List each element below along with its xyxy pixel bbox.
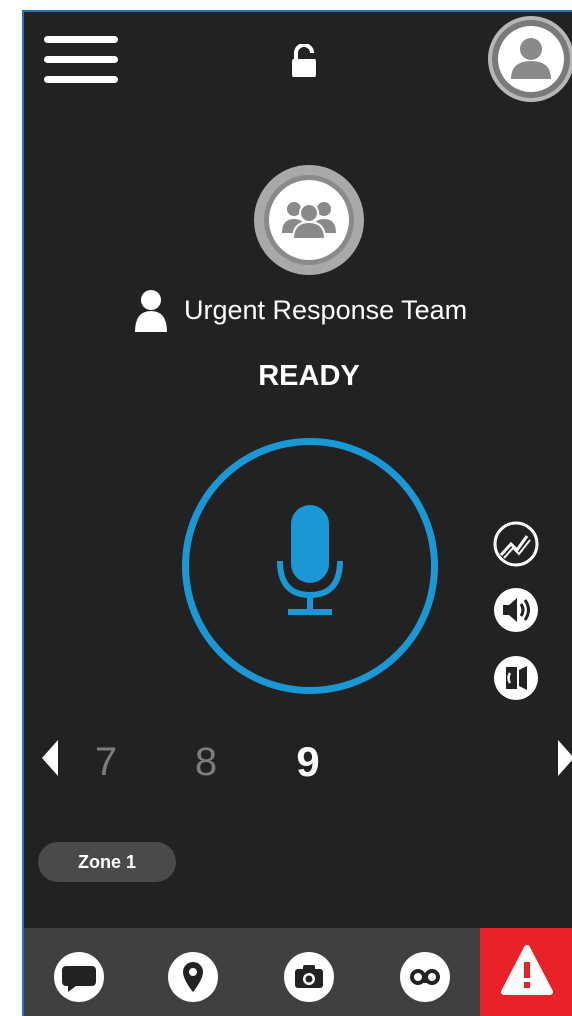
chat-bubble-icon[interactable] — [54, 952, 104, 1002]
bottom-toolbar — [24, 928, 572, 1016]
location-pin-icon[interactable] — [168, 952, 218, 1002]
microphone-icon — [277, 505, 343, 615]
earpiece-icon[interactable] — [492, 654, 540, 702]
status-text: READY — [258, 360, 360, 392]
warning-triangle-icon — [501, 945, 553, 995]
group-icon — [254, 165, 364, 275]
unlocked-padlock-icon[interactable] — [290, 43, 320, 78]
person-icon — [135, 290, 167, 332]
camera-icon[interactable] — [284, 952, 334, 1002]
talkgroup-row: Urgent Response Team — [134, 286, 467, 334]
right-arrow-icon[interactable] — [556, 738, 572, 778]
signal-quality-icon[interactable] — [492, 520, 540, 568]
emergency-button[interactable] — [480, 928, 572, 1016]
talkgroup-name: Urgent Response Team — [184, 294, 468, 325]
voicemail-icon[interactable] — [400, 952, 450, 1002]
speaker-volume-icon[interactable] — [492, 586, 540, 634]
app-screen: Urgent Response Team READY 7 8 9 Zone 1 — [22, 10, 572, 1016]
user-profile-icon[interactable] — [488, 16, 572, 102]
push-to-talk-button[interactable] — [182, 438, 438, 694]
left-arrow-icon[interactable] — [40, 738, 60, 778]
zone-selector[interactable]: Zone 1 — [38, 842, 176, 882]
channel-item-active[interactable]: 9 — [286, 738, 330, 786]
channel-item[interactable]: 7 — [86, 738, 126, 786]
hamburger-menu-icon[interactable] — [44, 36, 118, 84]
channel-item[interactable]: 8 — [186, 738, 226, 786]
